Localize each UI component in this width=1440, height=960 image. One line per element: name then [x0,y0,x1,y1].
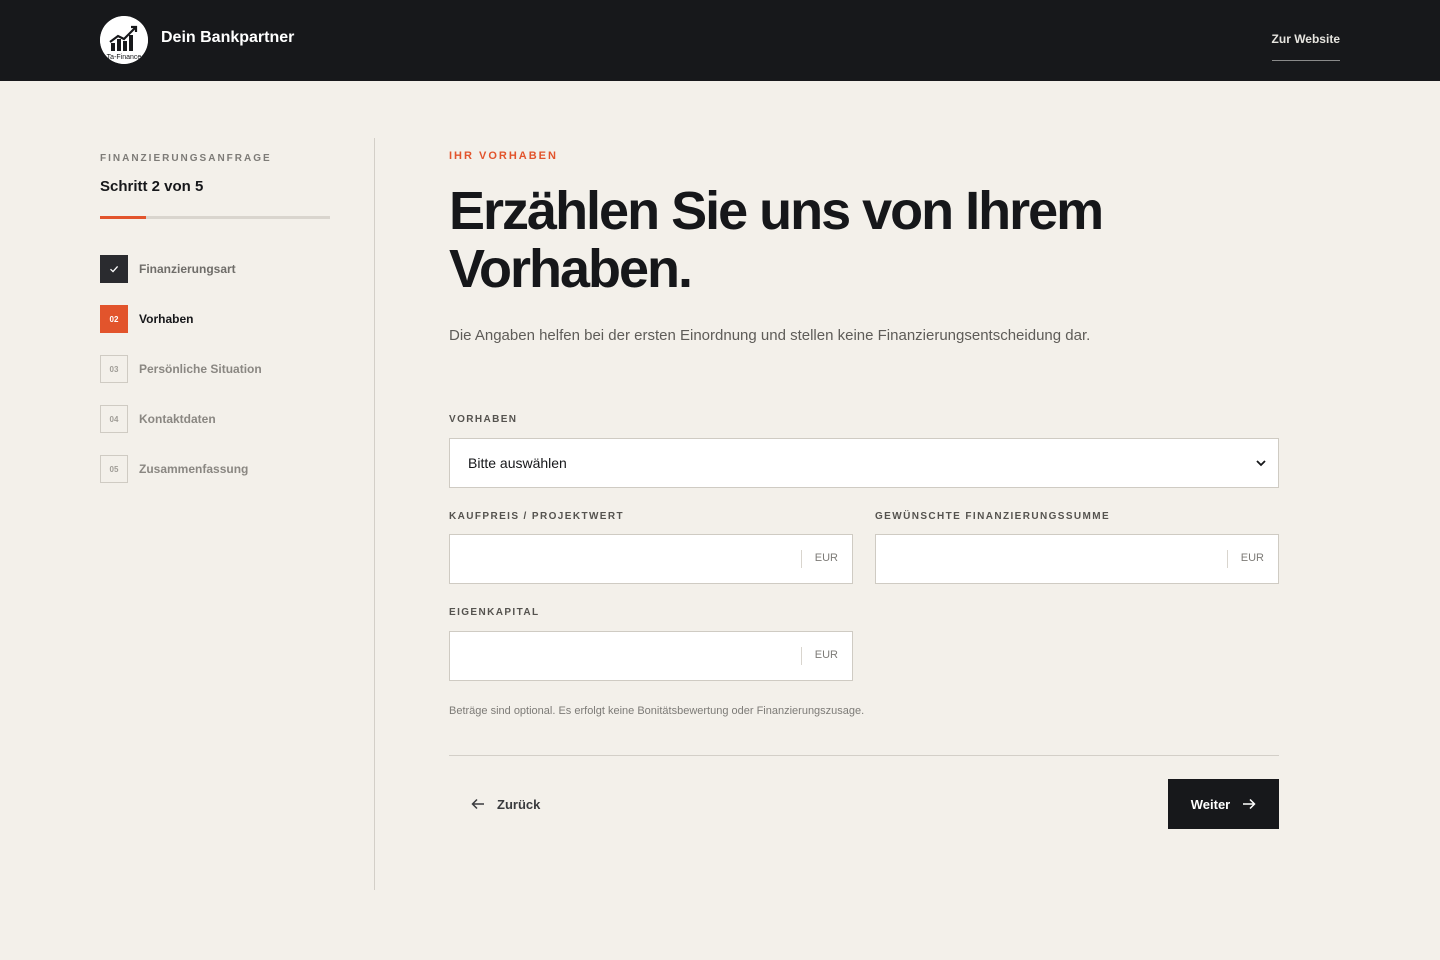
logo-text: Ta-Finance [107,54,142,61]
top-bar: Ta-Finance Dein Bankpartner Zur Website [0,0,1440,81]
brand-name: Dein Bankpartner [161,29,295,46]
currency-unit: EUR [814,649,838,661]
sidebar-eyebrow: FINANZIERUNGSANFRAGE [100,153,272,164]
step-list: Finanzierungsart 02 Vorhaben 03 Persönli… [100,255,330,505]
unit-separator [801,550,802,568]
step-badge-done [100,255,128,283]
form-divider [449,755,1279,756]
check-icon [110,265,119,273]
step-badge: 03 [100,355,128,383]
page-title-line-2: Vorhaben. [449,239,693,299]
vorhaben-select-value: Bitte auswählen [468,455,567,471]
arrow-right-icon [1243,798,1256,810]
back-button-label: Zurück [497,796,541,812]
step-badge-active: 02 [100,305,128,333]
step-label: Zusammenfassung [139,462,249,476]
step-badge: 04 [100,405,128,433]
unit-separator [801,647,802,665]
step-badge: 05 [100,455,128,483]
step-label: Vorhaben [139,312,194,326]
page-title: Erzählen Sie uns von Ihrem Vorhaben. [449,182,1149,298]
kaufpreis-input[interactable]: EUR [449,534,853,584]
page-title-line-1: Erzählen Sie uns von Ihrem [449,181,1104,241]
eigenkapital-input[interactable]: EUR [449,631,853,681]
step-count: Schritt 2 von 5 [100,178,204,195]
logo[interactable]: Ta-Finance [100,16,148,64]
vertical-divider [374,138,375,890]
next-button[interactable]: Weiter [1168,779,1279,829]
step-zusammenfassung[interactable]: 05 Zusammenfassung [100,455,330,483]
currency-unit: EUR [1240,552,1264,564]
vorhaben-label: VORHABEN [449,414,518,425]
kaufpreis-label: KAUFPREIS / PROJEKTWERT [449,511,624,522]
next-button-label: Weiter [1190,796,1231,812]
amounts-hint: Beträge sind optional. Es erfolgt keine … [449,705,865,717]
currency-unit: EUR [814,552,838,564]
finanzierungssumme-input[interactable]: EUR [875,534,1279,584]
lead-text: Die Angaben helfen bei der ersten Einord… [449,327,1091,344]
website-link[interactable]: Zur Website [1271,32,1340,61]
step-persoenliche-situation[interactable]: 03 Persönliche Situation [100,355,330,383]
step-finanzierungsart[interactable]: Finanzierungsart [100,255,330,283]
finanzierungssumme-label: GEWÜNSCHTE FINANZIERUNGSSUMME [875,511,1111,522]
step-kontaktdaten[interactable]: 04 Kontaktdaten [100,405,330,433]
chevron-down-icon [1256,460,1266,467]
progress-bar [100,216,330,219]
back-button[interactable]: Zurück [449,779,562,829]
progress-bar-fill [100,216,146,219]
eigenkapital-label: EIGENKAPITAL [449,607,540,618]
vorhaben-select[interactable]: Bitte auswählen [449,438,1279,488]
step-label: Kontaktdaten [139,412,216,426]
chart-logo-icon: Ta-Finance [100,16,148,64]
unit-separator [1227,550,1228,568]
step-vorhaben[interactable]: 02 Vorhaben [100,305,330,333]
step-label: Persönliche Situation [139,362,262,376]
arrow-left-icon [471,798,484,810]
section-eyebrow: IHR VORHABEN [449,150,558,162]
step-label: Finanzierungsart [139,262,236,276]
